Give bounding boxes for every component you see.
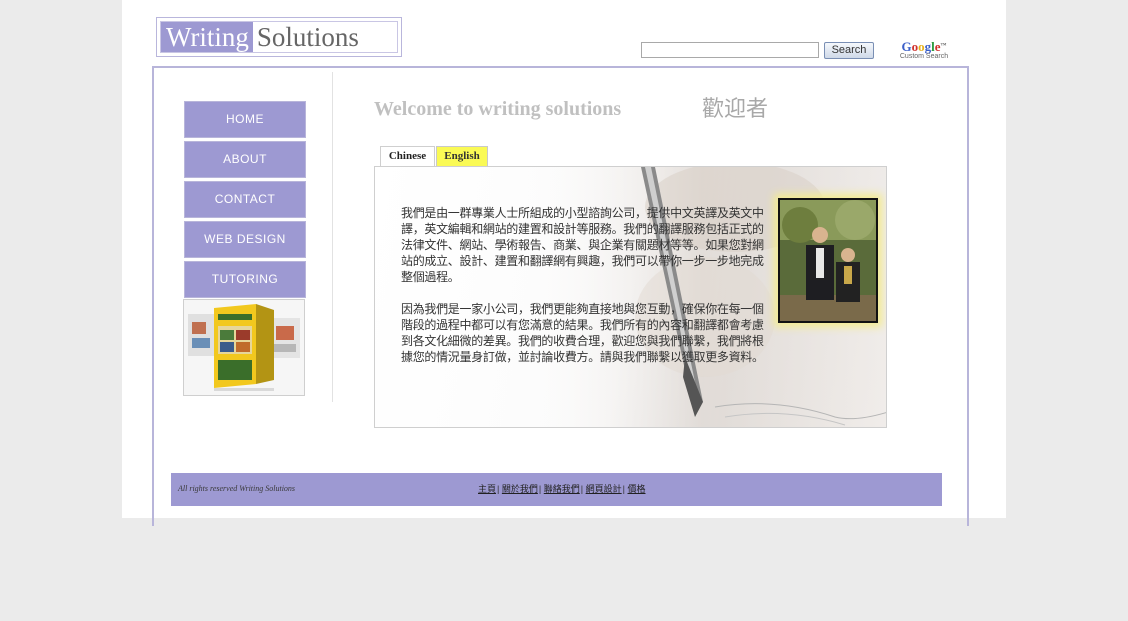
- sidebar-divider: [332, 72, 333, 402]
- tab-english[interactable]: English: [436, 146, 488, 166]
- tab-content-panel: 我們是由一群專業人士所組成的小型諮詢公司，提供中文英譯及英文中譯，英文編輯和網站…: [374, 166, 887, 428]
- logo-inner: Writing Solutions: [160, 21, 398, 53]
- google-custom-search-label: Custom Search: [899, 53, 949, 60]
- footer-bar: All rights reserved Writing Solutions 主頁…: [171, 473, 942, 506]
- team-photo-illustration: [780, 200, 876, 321]
- welcome-heading: Welcome to writing solutions: [374, 98, 622, 120]
- footer-separator: |: [497, 484, 500, 494]
- page: Writing Solutions Search Google™ Custom …: [122, 0, 1006, 526]
- intro-paragraph-2: 因為我們是一家小公司，我們更能夠直接地與您互動，確保你在每一個階段的過程中都可以…: [401, 302, 764, 364]
- search-button[interactable]: Search: [824, 42, 874, 59]
- welcome-heading-chinese: 歡迎者: [702, 97, 769, 122]
- copyright-text: All rights reserved Writing Solutions: [178, 484, 296, 493]
- intro-paragraph-1: 我們是由一群專業人士所組成的小型諮詢公司，提供中文英譯及英文中譯，英文編輯和網站…: [401, 206, 764, 284]
- google-logo-text: Google™: [901, 39, 947, 54]
- logo-text-solutions: Solutions: [256, 22, 359, 52]
- software-box-illustration: [184, 300, 304, 395]
- nav-tutoring[interactable]: TUTORING: [184, 261, 306, 298]
- nav-contact[interactable]: CONTACT: [184, 181, 306, 218]
- footer-link-web-design[interactable]: 網頁設計: [586, 485, 622, 495]
- footer-links: 主頁| 關於我們| 聯絡我們| 網頁設計| 價格: [478, 482, 647, 495]
- product-image[interactable]: [183, 299, 305, 396]
- footer-separator: |: [622, 484, 625, 494]
- footer-link-about[interactable]: 關於我們: [502, 485, 538, 495]
- footer-separator: |: [538, 484, 542, 494]
- logo-text-writing: Writing: [161, 22, 253, 52]
- footer-separator: |: [580, 484, 584, 494]
- tab-chinese[interactable]: Chinese: [380, 146, 435, 166]
- footer-link-contact[interactable]: 聯絡我們: [544, 485, 580, 495]
- nav-web-design[interactable]: WEB DESIGN: [184, 221, 306, 258]
- sidebar-nav: HOME ABOUT CONTACT WEB DESIGN TUTORING: [184, 101, 306, 301]
- nav-about[interactable]: ABOUT: [184, 141, 306, 178]
- google-custom-search-logo: Google™ Custom Search: [892, 40, 956, 61]
- team-photo: [778, 198, 878, 323]
- footer-link-price[interactable]: 價格: [628, 485, 646, 495]
- nav-home[interactable]: HOME: [184, 101, 306, 138]
- search-input[interactable]: [641, 42, 819, 58]
- site-logo[interactable]: Writing Solutions: [156, 17, 402, 57]
- footer-link-home[interactable]: 主頁: [478, 485, 496, 495]
